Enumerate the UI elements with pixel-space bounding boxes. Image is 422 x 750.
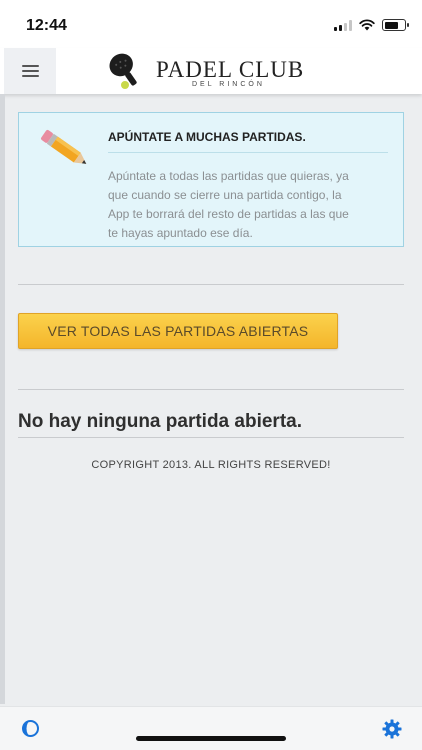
empty-games-message: No hay ninguna partida abierta.: [18, 411, 302, 432]
info-title: APÚNTATE A MUCHAS PARTIDAS.: [108, 130, 306, 144]
info-text: Apúntate a todas las partidas que quiera…: [108, 169, 349, 240]
wifi-icon: [359, 19, 375, 31]
menu-button[interactable]: [4, 48, 56, 94]
logo-subtitle: DEL RINCÓN: [192, 81, 265, 88]
cellular-signal-icon: [334, 19, 352, 31]
divider: [18, 437, 404, 438]
battery-level: [384, 21, 398, 29]
logo-title: PADEL CLUB: [156, 57, 305, 82]
divider: [18, 389, 404, 390]
app-header: PADEL CLUB DEL RINCÓN: [0, 48, 422, 94]
info-divider: [108, 152, 388, 153]
hamburger-icon: [21, 65, 39, 67]
pencil-icon: [41, 129, 87, 164]
divider: [18, 284, 404, 285]
home-indicator: [136, 736, 286, 741]
app-switch-icon[interactable]: [21, 719, 40, 738]
bottom-toolbar: [0, 706, 422, 750]
status-time: 12:44: [26, 17, 67, 34]
view-open-games-button[interactable]: VER TODAS LAS PARTIDAS ABIERTAS: [18, 313, 338, 349]
battery-icon: [382, 19, 409, 31]
status-icons: [334, 19, 409, 31]
padel-racket-icon: [109, 53, 137, 89]
side-panel-edge: [0, 94, 5, 704]
info-box: APÚNTATE A MUCHAS PARTIDAS. Apúntate a t…: [18, 112, 404, 247]
gear-icon[interactable]: [382, 719, 402, 739]
status-bar: 12:44: [0, 0, 422, 48]
copyright-text: COPYRIGHT 2013. ALL RIGHTS RESERVED!: [91, 459, 331, 471]
club-logo: PADEL CLUB DEL RINCÓN: [100, 51, 330, 91]
